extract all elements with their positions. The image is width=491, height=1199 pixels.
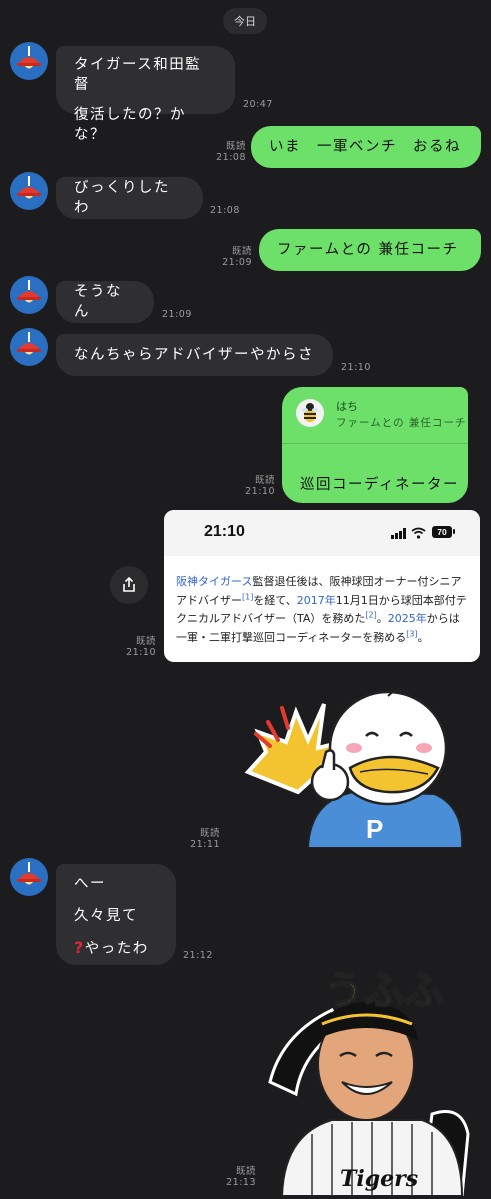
message-text: やったわ (84, 941, 149, 957)
contact-avatar[interactable] (10, 172, 48, 210)
signal-icon (391, 528, 406, 539)
wiki-paragraph: 阪神タイガース監督退任後は、阪神球団オーナー付シニアアドバイザー[1]を経て、2… (176, 573, 468, 647)
message-text: 復活したの？かな？ (74, 107, 186, 143)
quote-avatar (296, 399, 324, 427)
read-label: 既読 (135, 636, 156, 647)
player-sticker[interactable]: Tigers うふふ (262, 964, 480, 1196)
quote-sender: はち (336, 400, 358, 413)
lamp-icon (17, 280, 41, 303)
wiki-link[interactable]: 2017年 (297, 594, 336, 607)
message-time: 21:10 (126, 647, 156, 658)
contact-avatar[interactable] (10, 42, 48, 80)
message-time: 21:08 (210, 205, 240, 216)
wiki-link[interactable]: [1] (242, 592, 253, 601)
read-label: 既読 (231, 246, 252, 257)
message-text: いま 一軍ベンチ おるね (269, 139, 461, 155)
message-time: 21:10 (245, 486, 275, 497)
bee-icon (302, 403, 318, 422)
read-receipt: 既読 21:11 (186, 828, 220, 850)
message-time: 21:13 (226, 1177, 256, 1188)
message-time: 20:47 (243, 99, 273, 110)
contact-avatar[interactable] (10, 276, 48, 314)
message-text: びっくりしたわ (74, 180, 170, 216)
share-button[interactable] (110, 566, 148, 604)
read-receipt: 既読 21:13 (222, 1166, 256, 1188)
wifi-icon (411, 527, 426, 539)
contact-avatar[interactable] (10, 328, 48, 366)
reply-divider (282, 443, 468, 444)
status-time: 21:10 (204, 523, 245, 540)
read-receipt: 既読 21:10 (241, 475, 275, 497)
message-text: ファームとの 兼任コーチ (277, 242, 459, 258)
read-label: 既読 (235, 1166, 256, 1177)
lamp-icon (17, 332, 41, 355)
message-time: 21:11 (190, 839, 220, 850)
wiki-link[interactable]: [3] (406, 629, 417, 638)
battery-tip (453, 529, 455, 534)
message-time: 21:12 (183, 950, 213, 961)
sticker-caption: うふふ (324, 968, 444, 1014)
wiki-text-segment: を経て、 (253, 593, 297, 607)
reply-message-bubble[interactable]: はち ファームとの 兼任コーチ 巡回コーディネーター (282, 387, 468, 503)
message-bubble-outgoing[interactable]: ファームとの 兼任コーチ (259, 229, 481, 271)
message-time: 21:08 (216, 152, 246, 163)
duck-sticker[interactable]: P (238, 682, 468, 848)
battery-level: 70 (437, 527, 447, 537)
wiki-text-segment: 。 (417, 630, 429, 644)
message-time: 21:09 (162, 309, 192, 320)
shirt-text: Tigers (340, 1166, 418, 1192)
message-bubble-incoming[interactable]: へー 久々見て ?やったわ (56, 864, 176, 965)
share-icon (123, 576, 135, 592)
message-text: 巡回コーディネーター (300, 477, 459, 493)
message-text: そうなん (74, 284, 122, 320)
message-text: なんちゃらアドバイザーやからさ (74, 347, 314, 363)
message-bubble-outgoing[interactable]: いま 一軍ベンチ おるね (251, 126, 481, 168)
lamp-icon (17, 46, 41, 69)
message-bubble-incoming[interactable]: タイガース和田監督 復活したの？かな？ (56, 46, 235, 143)
message-bubble-incoming[interactable]: そうなん (56, 281, 154, 323)
lamp-icon (17, 176, 41, 199)
quote-text: ファームとの 兼任コーチ (336, 417, 467, 429)
read-receipt: 既読 21:09 (218, 246, 252, 268)
read-receipt: 既読 21:08 (212, 141, 246, 163)
message-text: 久々見て (74, 908, 138, 924)
message-bubble-incoming[interactable]: なんちゃらアドバイザーやからさ (56, 334, 333, 376)
message-text: タイガース和田監督 (74, 57, 202, 93)
wiki-text-segment: 。 (376, 612, 388, 625)
image-message-screenshot[interactable]: 21:10 70 阪神タイガース監督退任後は、阪神球団オーナー付シニアアドバイザ… (164, 510, 480, 662)
shirt-letter: P (366, 814, 383, 844)
battery-icon: 70 (432, 526, 452, 538)
question-mark-emoji-icon: ? (74, 938, 85, 957)
contact-avatar[interactable] (10, 858, 48, 896)
wiki-link[interactable]: 2025年 (388, 612, 427, 625)
date-separator: 今日 (223, 8, 267, 34)
wiki-link[interactable]: 阪神タイガース (176, 575, 252, 588)
message-time: 21:10 (341, 362, 371, 373)
message-time: 21:09 (222, 257, 252, 268)
lamp-icon (17, 862, 41, 885)
message-text: へー (74, 876, 106, 892)
read-label: 既読 (225, 141, 246, 152)
wiki-link[interactable]: [2] (365, 610, 376, 619)
read-receipt: 既読 21:10 (118, 636, 156, 658)
reply-quote[interactable]: はち ファームとの 兼任コーチ (296, 397, 465, 433)
read-label: 既読 (254, 475, 275, 486)
read-label: 既読 (199, 828, 220, 839)
message-bubble-incoming[interactable]: びっくりしたわ (56, 177, 203, 219)
